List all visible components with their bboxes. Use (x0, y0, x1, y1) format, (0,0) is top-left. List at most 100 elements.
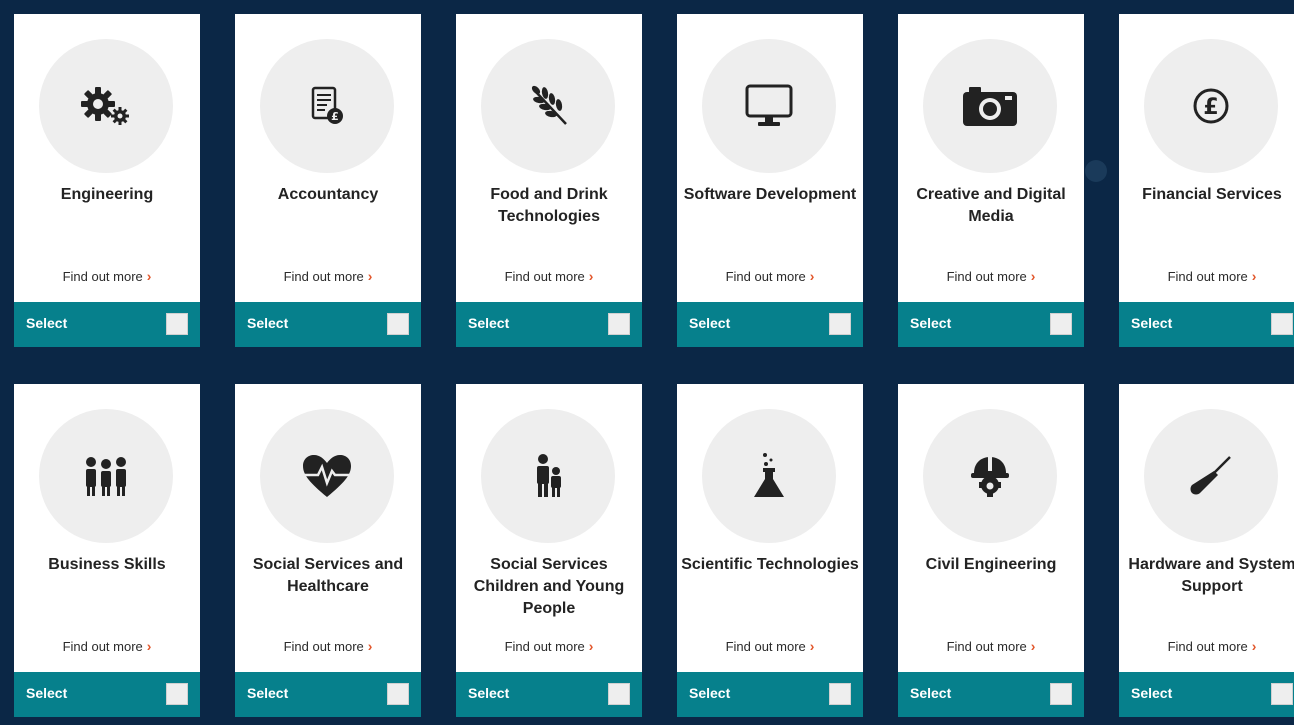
chevron-right-icon: › (146, 268, 152, 284)
chevron-right-icon: › (1030, 268, 1036, 284)
select-label: Select (1131, 315, 1173, 331)
find-out-more-label: Find out more (946, 269, 1027, 284)
background-dot (1085, 160, 1107, 182)
select-bar[interactable]: Select (677, 302, 863, 347)
chevron-right-icon: › (367, 638, 373, 654)
card-title: Hardware and System Support (1128, 556, 1294, 595)
select-label: Select (247, 315, 289, 331)
select-label: Select (910, 685, 952, 701)
find-out-more-label: Find out more (283, 639, 364, 654)
find-out-more-link[interactable]: Find out more › (898, 638, 1084, 654)
chevron-right-icon: › (146, 638, 152, 654)
accounts-document-icon: £ (305, 84, 349, 128)
icon-circle (39, 409, 173, 543)
select-checkbox[interactable] (1271, 683, 1293, 705)
select-label: Select (689, 685, 731, 701)
select-label: Select (1131, 685, 1173, 701)
find-out-more-label: Find out more (504, 269, 585, 284)
find-out-more-label: Find out more (1167, 639, 1248, 654)
select-checkbox[interactable] (166, 683, 188, 705)
chevron-right-icon: › (1251, 638, 1257, 654)
select-checkbox[interactable] (829, 683, 851, 705)
card-title: Civil Engineering (925, 556, 1057, 573)
chevron-right-icon: › (588, 268, 594, 284)
select-checkbox[interactable] (387, 683, 409, 705)
chevron-right-icon: › (367, 268, 373, 284)
select-label: Select (910, 315, 952, 331)
card-title: Scientific Technologies (681, 556, 859, 573)
camera-icon (961, 84, 1019, 128)
select-label: Select (26, 315, 68, 331)
select-bar[interactable]: Select (1119, 672, 1294, 717)
select-bar[interactable]: Select (1119, 302, 1294, 347)
screwdriver-icon (1188, 453, 1234, 499)
svg-text:£: £ (1203, 95, 1218, 120)
select-checkbox[interactable] (829, 313, 851, 335)
select-bar[interactable]: Select (456, 302, 642, 347)
flask-icon (751, 451, 787, 501)
pound-coin-icon: £ (1189, 84, 1233, 128)
find-out-more-label: Find out more (62, 269, 143, 284)
find-out-more-link[interactable]: Find out more › (14, 638, 200, 654)
select-checkbox[interactable] (1271, 313, 1293, 335)
select-bar[interactable]: Select (14, 302, 200, 347)
select-checkbox[interactable] (166, 313, 188, 335)
icon-circle (1144, 409, 1278, 543)
svg-text:£: £ (331, 110, 339, 123)
find-out-more-label: Find out more (946, 639, 1027, 654)
chevron-right-icon: › (809, 268, 815, 284)
icon-circle (923, 409, 1057, 543)
find-out-more-label: Find out more (283, 269, 364, 284)
find-out-more-link[interactable]: Find out more › (456, 268, 642, 284)
select-label: Select (468, 685, 510, 701)
find-out-more-link[interactable]: Find out more › (14, 268, 200, 284)
card-engineering: Engineering Find out more › Select (14, 14, 200, 347)
card-title: Business Skills (48, 556, 166, 573)
card-software-development: Software Development Find out more › Sele… (677, 14, 863, 347)
card-hardware-system-support: Hardware and System Support Find out mor… (1119, 384, 1294, 717)
select-bar[interactable]: Select (14, 672, 200, 717)
select-checkbox[interactable] (1050, 683, 1072, 705)
icon-circle (260, 409, 394, 543)
find-out-more-link[interactable]: Find out more › (456, 638, 642, 654)
people-group-icon (81, 454, 131, 498)
select-bar[interactable]: Select (677, 672, 863, 717)
select-bar[interactable]: Select (898, 302, 1084, 347)
find-out-more-link[interactable]: Find out more › (235, 638, 421, 654)
select-checkbox[interactable] (1050, 313, 1072, 335)
select-checkbox[interactable] (387, 313, 409, 335)
hardhat-gear-icon (968, 453, 1012, 499)
course-category-grid: Engineering Find out more › Select £ Acco… (0, 0, 1294, 725)
find-out-more-link[interactable]: Find out more › (677, 268, 863, 284)
find-out-more-link[interactable]: Find out more › (1119, 268, 1294, 284)
select-label: Select (26, 685, 68, 701)
card-title: Financial Services (1142, 186, 1282, 203)
find-out-more-link[interactable]: Find out more › (898, 268, 1084, 284)
select-checkbox[interactable] (608, 313, 630, 335)
select-label: Select (247, 685, 289, 701)
icon-circle (481, 409, 615, 543)
card-financial-services: £ Financial Services Find out more › Sele… (1119, 14, 1294, 347)
select-checkbox[interactable] (608, 683, 630, 705)
find-out-more-label: Find out more (504, 639, 585, 654)
find-out-more-link[interactable]: Find out more › (677, 638, 863, 654)
card-title: Accountancy (277, 186, 379, 203)
find-out-more-label: Find out more (725, 269, 806, 284)
card-food-and-drink: Food and Drink Technologies Find out mor… (456, 14, 642, 347)
card-title: Software Development (683, 186, 857, 203)
wheat-icon (524, 82, 572, 130)
select-bar[interactable]: Select (898, 672, 1084, 717)
find-out-more-label: Find out more (62, 639, 143, 654)
select-bar[interactable]: Select (235, 672, 421, 717)
find-out-more-link[interactable]: Find out more › (1119, 638, 1294, 654)
chevron-right-icon: › (1030, 638, 1036, 654)
icon-circle (702, 39, 836, 173)
find-out-more-link[interactable]: Find out more › (235, 268, 421, 284)
find-out-more-label: Find out more (1167, 269, 1248, 284)
select-bar[interactable]: Select (456, 672, 642, 717)
card-business-skills: Business Skills Find out more › Select (14, 384, 200, 717)
card-title: Engineering (60, 186, 154, 203)
find-out-more-label: Find out more (725, 639, 806, 654)
select-bar[interactable]: Select (235, 302, 421, 347)
chevron-right-icon: › (588, 638, 594, 654)
